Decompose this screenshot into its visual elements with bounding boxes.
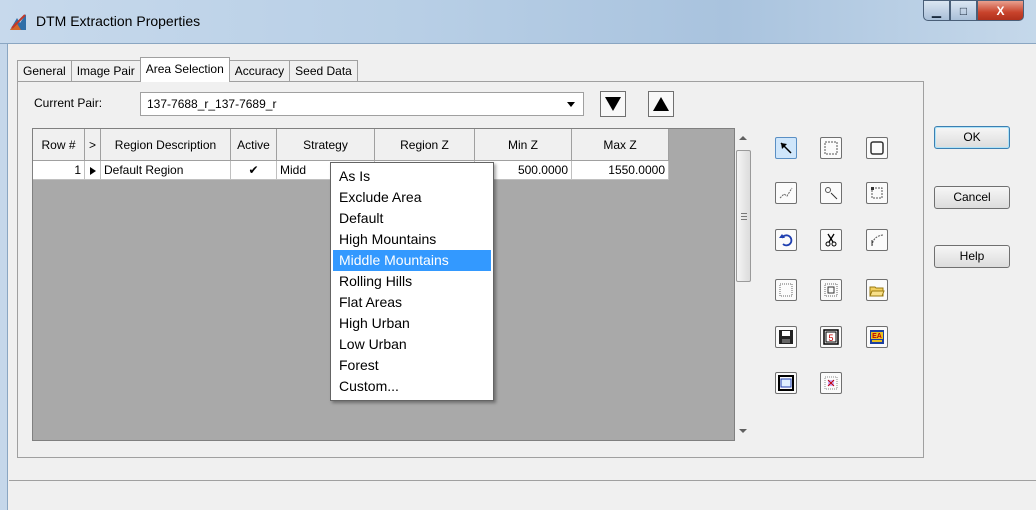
- column-header-region-description[interactable]: Region Description: [101, 129, 231, 161]
- point-select-icon: [825, 187, 838, 200]
- window-tool-button[interactable]: [775, 372, 797, 394]
- polyline-icon: [779, 187, 793, 199]
- close-button[interactable]: X: [977, 0, 1024, 21]
- chevron-down-icon: [567, 102, 575, 107]
- grid-region-tool-button[interactable]: [820, 279, 842, 301]
- svg-text:EA: EA: [872, 333, 882, 340]
- delete-region-tool-button[interactable]: [820, 372, 842, 394]
- point-select-tool-button[interactable]: [820, 182, 842, 204]
- tab-image-pair[interactable]: Image Pair: [70, 60, 141, 82]
- status-bar: [9, 480, 1036, 510]
- tab-accuracy[interactable]: Accuracy: [228, 60, 291, 82]
- strategy-option-as-is[interactable]: As Is: [331, 166, 493, 187]
- save-icon: [779, 330, 793, 344]
- close-icon: X: [996, 3, 1005, 18]
- text-region-icon: EA: [870, 330, 884, 344]
- minimize-icon: ▁: [931, 3, 942, 18]
- strategy-option-forest[interactable]: Forest: [331, 355, 493, 376]
- next-pair-button[interactable]: [600, 91, 626, 117]
- current-pair-select[interactable]: 137-7688_r_137-7689_r: [140, 92, 584, 116]
- active-checkbox-cell[interactable]: ✔: [231, 161, 277, 180]
- max-z-cell[interactable]: 1550.0000: [572, 161, 669, 180]
- title-bar[interactable]: DTM Extraction Properties ▁ □ X: [0, 0, 1036, 44]
- save-tool-button[interactable]: [775, 326, 797, 348]
- ok-button[interactable]: OK: [934, 126, 1010, 149]
- select-region-tool-button[interactable]: [820, 137, 842, 159]
- strategy-option-low-urban[interactable]: Low Urban: [331, 334, 493, 355]
- scroll-thumb[interactable]: [736, 150, 751, 282]
- delete-region-icon: [824, 376, 838, 390]
- cut-icon: [825, 233, 837, 247]
- select-arrow-icon: [780, 142, 792, 154]
- dotted-rectangle-tool-button[interactable]: [775, 279, 797, 301]
- grid-header-row: Row # > Region Description Active Strate…: [33, 129, 669, 161]
- column-header-active[interactable]: Active: [231, 129, 277, 161]
- number-icon: 5: [823, 329, 839, 345]
- curve-tool-button[interactable]: [866, 229, 888, 251]
- row-indicator-cell: [85, 161, 101, 180]
- column-header-row-number[interactable]: Row #: [33, 129, 85, 161]
- tab-general[interactable]: General: [17, 60, 72, 82]
- row-number-cell: 1: [33, 161, 85, 180]
- strategy-option-middle-mountains[interactable]: Middle Mountains: [333, 250, 491, 271]
- rectangle-icon: [870, 141, 884, 155]
- maximize-button[interactable]: □: [950, 0, 977, 21]
- polyline-tool-button[interactable]: [775, 182, 797, 204]
- previous-pair-button[interactable]: [648, 91, 674, 117]
- strategy-option-rolling-hills[interactable]: Rolling Hills: [331, 271, 493, 292]
- current-row-icon: [89, 166, 96, 175]
- column-header-min-z[interactable]: Min Z: [475, 129, 572, 161]
- strategy-option-exclude-area[interactable]: Exclude Area: [331, 187, 493, 208]
- strategy-option-high-mountains[interactable]: High Mountains: [331, 229, 493, 250]
- grip-icon: [741, 213, 747, 220]
- column-header-max-z[interactable]: Max Z: [572, 129, 669, 161]
- tab-area-selection[interactable]: Area Selection: [139, 57, 230, 82]
- edit-region-tool-button[interactable]: [866, 182, 888, 204]
- text-region-tool-button[interactable]: EA: [866, 326, 888, 348]
- triangle-up-icon: [653, 97, 669, 111]
- rectangle-tool-button[interactable]: [866, 137, 888, 159]
- select-tool-button[interactable]: [775, 137, 797, 159]
- minimize-button[interactable]: ▁: [923, 0, 950, 21]
- help-button[interactable]: Help: [934, 245, 1010, 268]
- triangle-down-icon: [605, 97, 621, 111]
- current-pair-value: 137-7688_r_137-7689_r: [147, 97, 277, 111]
- open-folder-icon: [869, 286, 885, 297]
- strategy-option-custom[interactable]: Custom...: [331, 376, 493, 397]
- strategy-option-flat-areas[interactable]: Flat Areas: [331, 292, 493, 313]
- edit-region-icon: [871, 187, 883, 199]
- cut-tool-button[interactable]: [820, 229, 842, 251]
- strategy-option-default[interactable]: Default: [331, 208, 493, 229]
- strategy-option-high-urban[interactable]: High Urban: [331, 313, 493, 334]
- scroll-down-icon[interactable]: [739, 429, 747, 433]
- maximize-icon: □: [959, 3, 968, 18]
- open-region-tool-button[interactable]: [866, 279, 888, 301]
- cancel-button[interactable]: Cancel: [934, 186, 1010, 209]
- region-description-cell[interactable]: Default Region: [101, 161, 231, 180]
- column-header-region-z[interactable]: Region Z: [375, 129, 475, 161]
- grid-region-icon: [824, 283, 838, 297]
- window-frame-left: [0, 44, 8, 510]
- tab-seed-data[interactable]: Seed Data: [289, 60, 358, 82]
- strategy-dropdown-list[interactable]: As Is Exclude Area Default High Mountain…: [330, 162, 494, 401]
- grid-vertical-scrollbar[interactable]: [735, 128, 752, 441]
- undo-icon: [779, 234, 793, 247]
- scroll-up-icon[interactable]: [739, 136, 747, 140]
- window-title: DTM Extraction Properties: [36, 13, 201, 29]
- select-region-icon: [824, 141, 838, 155]
- column-header-indicator[interactable]: >: [85, 129, 101, 161]
- window-controls: ▁ □ X: [923, 0, 1024, 21]
- tab-strip: General Image Pair Area Selection Accura…: [17, 57, 358, 82]
- column-header-strategy[interactable]: Strategy: [277, 129, 375, 161]
- current-pair-label: Current Pair:: [34, 96, 103, 110]
- dtm-app-icon: [8, 12, 28, 32]
- curve-icon: [871, 234, 884, 247]
- number-tool-button[interactable]: 5: [820, 326, 842, 348]
- dotted-rectangle-icon: [779, 283, 793, 297]
- window-icon: [778, 375, 794, 391]
- svg-text:5: 5: [828, 333, 833, 343]
- undo-tool-button[interactable]: [775, 229, 797, 251]
